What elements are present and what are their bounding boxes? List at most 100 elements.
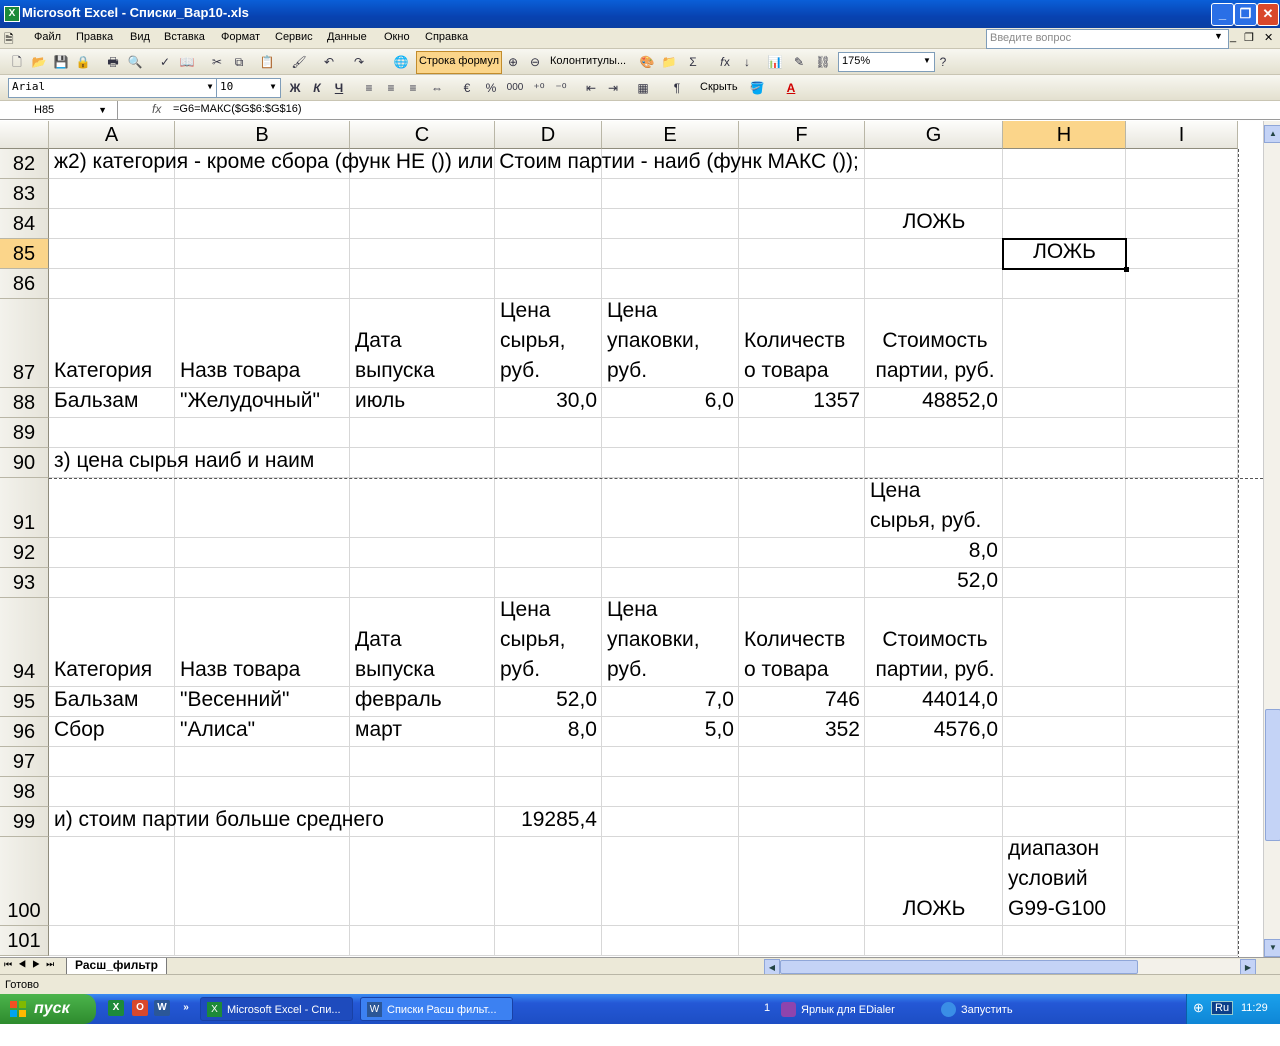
cell-d84[interactable]	[495, 209, 602, 239]
cell-c100[interactable]	[350, 837, 495, 926]
cell-c90[interactable]	[350, 448, 495, 478]
cell-e98[interactable]	[602, 777, 739, 807]
cell-i83[interactable]	[1126, 179, 1238, 209]
cell-d97[interactable]	[495, 747, 602, 777]
column-header-a[interactable]: A	[49, 121, 175, 149]
menu-file[interactable]: Файл	[34, 31, 61, 43]
task-word[interactable]: W Списки Расш фильт...	[360, 997, 513, 1021]
doc-minimize-button[interactable]: _	[1230, 31, 1236, 43]
row-header-98[interactable]: 98	[0, 777, 49, 807]
cell-g89[interactable]	[865, 418, 1003, 448]
cell-e99[interactable]	[602, 807, 739, 837]
wrap-text-button[interactable]: Скрыть	[700, 81, 738, 93]
column-header-c[interactable]: C	[350, 121, 495, 149]
cell-i85[interactable]	[1126, 239, 1238, 269]
text-direction-icon[interactable]: ¶	[668, 79, 686, 97]
task-browser[interactable]: Запустить обозревател...	[934, 997, 1089, 1040]
cell-i98[interactable]	[1126, 777, 1238, 807]
help-icon[interactable]: ?	[934, 53, 952, 71]
scroll-down-icon[interactable]: ▼	[1264, 939, 1280, 957]
row-header-90[interactable]: 90	[0, 448, 49, 478]
cell-h93[interactable]	[1003, 568, 1126, 598]
cell-h89[interactable]	[1003, 418, 1126, 448]
row-header-87[interactable]: 87	[0, 299, 49, 388]
cell-i96[interactable]	[1126, 717, 1238, 747]
zoom-out-icon[interactable]: ⊖	[526, 53, 544, 71]
cell-f83[interactable]	[739, 179, 865, 209]
cell-f97[interactable]	[739, 747, 865, 777]
cell-g83[interactable]	[865, 179, 1003, 209]
cell-i92[interactable]	[1126, 538, 1238, 568]
cell-i97[interactable]	[1126, 747, 1238, 777]
cell-f84[interactable]	[739, 209, 865, 239]
column-header-g[interactable]: G	[865, 121, 1003, 149]
cell-c101[interactable]	[350, 926, 495, 956]
doc-close-button[interactable]: ✕	[1264, 31, 1273, 44]
undo-icon[interactable]: ↶	[320, 53, 338, 71]
cell-g101[interactable]	[865, 926, 1003, 956]
cell-d98[interactable]	[495, 777, 602, 807]
cell-b93[interactable]	[175, 568, 350, 598]
cell-g82[interactable]	[865, 149, 1003, 179]
format-painter-icon[interactable]: 🖌	[290, 53, 308, 71]
column-header-h[interactable]: H	[1003, 121, 1126, 149]
cell-d86[interactable]	[495, 269, 602, 299]
cell-e91[interactable]	[602, 478, 739, 538]
cell-e84[interactable]	[602, 209, 739, 239]
cell-b84[interactable]	[175, 209, 350, 239]
row-header-85[interactable]: 85	[0, 239, 49, 269]
cell-i86[interactable]	[1126, 269, 1238, 299]
row-header-97[interactable]: 97	[0, 747, 49, 777]
cell-d101[interactable]	[495, 926, 602, 956]
cell-f91[interactable]	[739, 478, 865, 538]
cell-h82[interactable]	[1003, 149, 1126, 179]
italic-button[interactable]: К	[308, 79, 326, 97]
cell-a97[interactable]	[49, 747, 175, 777]
percent-button[interactable]: %	[482, 79, 500, 97]
maximize-button[interactable]: ❐	[1234, 3, 1257, 26]
cell-c83[interactable]	[350, 179, 495, 209]
cell-b101[interactable]	[175, 926, 350, 956]
font-select[interactable]: Arial ▼	[8, 78, 218, 98]
cell-h99[interactable]	[1003, 807, 1126, 837]
sheet-tab[interactable]: Расш_фильтр	[66, 958, 167, 975]
cell-i94[interactable]	[1126, 598, 1238, 687]
outlook-quicklaunch-icon[interactable]: O	[132, 1000, 148, 1016]
doc-restore-button[interactable]: ❐	[1244, 31, 1254, 44]
cell-c97[interactable]	[350, 747, 495, 777]
cell-a101[interactable]	[49, 926, 175, 956]
align-left-icon[interactable]: ≡	[360, 79, 378, 97]
cell-f86[interactable]	[739, 269, 865, 299]
cell-b100[interactable]	[175, 837, 350, 926]
cell-f85[interactable]	[739, 239, 865, 269]
task-excel[interactable]: X Microsoft Excel - Спи...	[200, 997, 353, 1021]
cell-e100[interactable]	[602, 837, 739, 926]
horizontal-scroll-thumb[interactable]	[780, 960, 1138, 974]
function-icon[interactable]: 𝑓x	[716, 53, 734, 71]
thousands-button[interactable]: 000	[504, 79, 526, 97]
cell-d90[interactable]	[495, 448, 602, 478]
cell-i95[interactable]	[1126, 687, 1238, 717]
headers-footers-button[interactable]: Колонтитулы...	[550, 55, 626, 67]
cell-i91[interactable]	[1126, 478, 1238, 538]
cell-g99[interactable]	[865, 807, 1003, 837]
scroll-right-icon[interactable]: ▶	[1240, 959, 1256, 975]
row-header-93[interactable]: 93	[0, 568, 49, 598]
preview-icon[interactable]: 🔍	[126, 53, 144, 71]
decrease-indent-icon[interactable]: ⇤	[582, 79, 600, 97]
cell-i84[interactable]	[1126, 209, 1238, 239]
cell-f100[interactable]	[739, 837, 865, 926]
fx-icon[interactable]: fx	[152, 102, 161, 116]
row-header-95[interactable]: 95	[0, 687, 49, 717]
cell-h96[interactable]	[1003, 717, 1126, 747]
row-header-82[interactable]: 82	[0, 149, 49, 179]
open-icon[interactable]: 📂	[30, 53, 48, 71]
underline-button[interactable]: Ч	[330, 79, 348, 97]
cell-f92[interactable]	[739, 538, 865, 568]
horizontal-scrollbar[interactable]: ◀ ▶	[764, 959, 1256, 975]
help-search-input[interactable]: Введите вопрос	[986, 29, 1229, 49]
cell-i93[interactable]	[1126, 568, 1238, 598]
font-size-select[interactable]: 10 ▼	[216, 78, 281, 98]
cell-a89[interactable]	[49, 418, 175, 448]
fill-color-icon[interactable]: 🪣	[748, 79, 766, 97]
